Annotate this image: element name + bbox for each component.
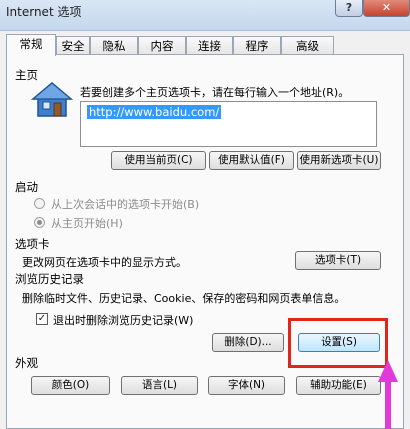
house-icon (31, 82, 73, 117)
window-title: Internet 选项 (6, 5, 82, 19)
tab-general[interactable]: 常规 (6, 34, 56, 56)
tab-connections[interactable]: 连接 (186, 36, 233, 55)
tab-programs[interactable]: 程序 (233, 36, 281, 55)
tabs-settings-button[interactable]: 选项卡(T) (295, 251, 381, 270)
radio-last-session[interactable] (34, 198, 45, 209)
homepage-instruction: 若要创建多个主页选项卡，请在每行输入一个地址(R)。 (80, 86, 350, 99)
use-default-button[interactable]: 使用默认值(F) (209, 151, 294, 170)
checkmark-icon: ✓ (37, 313, 47, 324)
startup-section-title: 启动 (15, 180, 38, 194)
close-button[interactable]: ✕ (363, 0, 410, 17)
history-section-title: 浏览历史记录 (15, 272, 84, 286)
appearance-section-title: 外观 (15, 356, 38, 370)
delete-on-exit-label: 退出时删除浏览历史记录(W) (53, 314, 194, 327)
general-tab-panel: 主页 若要创建多个主页选项卡，请在每行输入一个地址(R)。 http://www… (6, 54, 404, 429)
use-current-page-button[interactable]: 使用当前页(C) (111, 151, 206, 170)
help-button[interactable]: ? (335, 0, 363, 17)
homepage-url-textarea[interactable]: http://www.baidu.com/ (80, 101, 377, 147)
tab-security[interactable]: 安全 (56, 36, 90, 55)
settings-highlight-box (288, 318, 388, 368)
colors-button[interactable]: 颜色(O) (31, 376, 110, 395)
delete-history-button[interactable]: 删除(D)... (212, 333, 284, 352)
title-bar: Internet 选项 ? ✕ (0, 0, 410, 31)
radio-last-session-label: 从上次会话中的选项卡开始(B) (51, 198, 200, 211)
tab-advanced[interactable]: 高级 (281, 36, 334, 55)
homepage-url-value: http://www.baidu.com/ (87, 105, 222, 119)
tabs-section-title: 选项卡 (15, 237, 50, 251)
tab-content[interactable]: 内容 (138, 36, 186, 55)
accessibility-button[interactable]: 辅助功能(E) (296, 376, 381, 395)
radio-home-page-label: 从主页开始(H) (51, 217, 123, 230)
fonts-button[interactable]: 字体(N) (208, 376, 285, 395)
close-icon: ✕ (381, 1, 392, 14)
languages-button[interactable]: 语言(L) (121, 376, 198, 395)
history-description: 删除临时文件、历史记录、Cookie、保存的密码和网页表单信息。 (22, 292, 346, 305)
tabs-section-description: 更改网页在选项卡中的显示方式。 (22, 256, 187, 269)
tab-privacy[interactable]: 隐私 (90, 36, 138, 55)
radio-home-page[interactable] (34, 217, 45, 228)
use-new-tab-button[interactable]: 使用新选项卡(U) (297, 151, 381, 170)
delete-on-exit-checkbox[interactable]: ✓ (36, 313, 48, 325)
annotation-arrow-icon (378, 360, 398, 429)
